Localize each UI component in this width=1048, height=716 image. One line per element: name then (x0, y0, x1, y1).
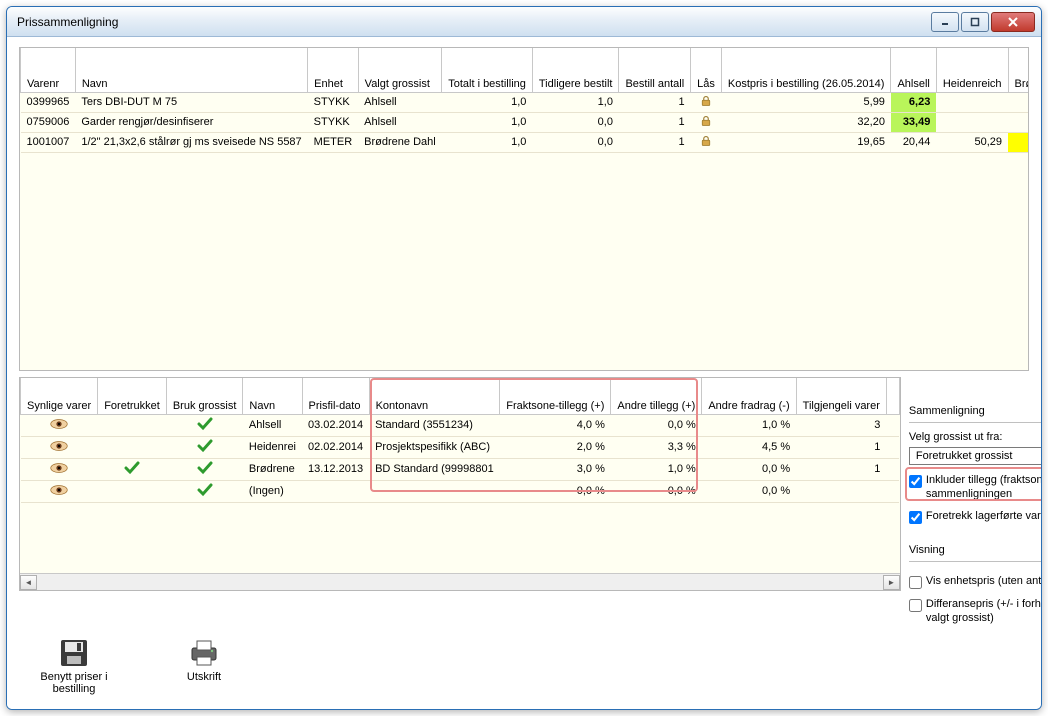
minimize-button[interactable] (931, 12, 959, 32)
col-bestill[interactable]: Bestill antall (619, 48, 691, 92)
col-brodrene[interactable]: Brødrene Dahl (1008, 48, 1029, 92)
col-navn[interactable]: Navn (75, 48, 307, 92)
utskrift-button[interactable]: Utskrift (159, 637, 249, 695)
inkluder-checkbox[interactable] (909, 475, 922, 488)
check-icon[interactable] (197, 422, 213, 434)
maximize-button[interactable] (961, 12, 989, 32)
velg-grossist-label: Velg grossist ut fra: (909, 431, 1042, 443)
bottom-grossist-grid[interactable]: Synlige varer Foretrukket Bruk grossist … (19, 377, 901, 591)
col-fraktsone[interactable]: Fraktsone-tillegg (+) (500, 378, 611, 414)
table-row[interactable]: Brødrene13.12.2013BD Standard (999988013… (21, 458, 900, 480)
lock-icon[interactable] (700, 135, 712, 147)
benytt-priser-button[interactable]: Benytt priser i bestilling (29, 637, 119, 695)
col-tilgjengeli[interactable]: Tilgjengeli varer (796, 378, 886, 414)
col-las[interactable]: Lås (691, 48, 722, 92)
eye-icon[interactable] (50, 440, 68, 452)
foretrekk-label: Foretrekk lagerførte varer (926, 509, 1042, 523)
lock-icon[interactable] (700, 115, 712, 127)
horizontal-scrollbar[interactable]: ◄ ► (20, 573, 900, 590)
col-totalt[interactable]: Totalt i bestilling (442, 48, 533, 92)
eye-icon[interactable] (50, 484, 68, 496)
col-heidenreich[interactable]: Heidenreich (936, 48, 1008, 92)
utskrift-label: Utskrift (187, 671, 221, 683)
col-synlige[interactable]: Synlige varer (21, 378, 98, 414)
eye-icon[interactable] (50, 418, 68, 430)
col-andre-fradrag[interactable]: Andre fradrag (-) (702, 378, 796, 414)
table-row[interactable]: Heidenrei02.02.2014Prosjektspesifikk (AB… (21, 436, 900, 458)
differansepris-label: Differansepris (+/- i forhold til valgt … (926, 597, 1042, 625)
foretrekk-checkbox[interactable] (909, 511, 922, 524)
check-icon (124, 466, 140, 478)
col-kontonavn[interactable]: Kontonavn (369, 378, 500, 414)
col-enhet[interactable]: Enhet (308, 48, 359, 92)
col-andre-tillegg[interactable]: Andre tillegg (+) (611, 378, 702, 414)
side-panel: Sammenligning Velg grossist ut fra: Fore… (907, 377, 1042, 629)
titlebar: Prissammenligning (7, 7, 1041, 37)
table-row[interactable]: 0759006Garder rengjør/desinfisererSTYKKA… (21, 112, 1030, 132)
table-row[interactable]: (Ingen)0,0 %0,0 %0,0 % (21, 480, 900, 502)
eye-icon[interactable] (50, 462, 68, 474)
differansepris-checkbox[interactable] (909, 599, 922, 612)
table-row[interactable]: 10010071/2" 21,3x2,6 stålrør gj ms sveis… (21, 132, 1030, 152)
velg-grossist-select[interactable]: Foretrukket grossist (909, 447, 1042, 465)
col-navn2[interactable]: Navn (243, 378, 302, 414)
col-valgt-grossist[interactable]: Valgt grossist (358, 48, 442, 92)
col-bruk[interactable]: Bruk grossist (166, 378, 243, 414)
col-prisfil[interactable]: Prisfil-dato (302, 378, 369, 414)
table-row[interactable]: 0399965Ters DBI-DUT M 75STYKKAhlsell1,01… (21, 92, 1030, 112)
col-tidligere[interactable]: Tidligere bestilt (532, 48, 619, 92)
table-row[interactable]: Ahlsell03.02.2014Standard (3551234)4,0 %… (21, 414, 900, 436)
scroll-left-icon[interactable]: ◄ (20, 575, 37, 590)
check-icon[interactable] (197, 466, 213, 478)
save-icon (58, 637, 90, 669)
vis-enhetspris-label: Vis enhetspris (uten antall) (926, 574, 1042, 588)
window: Prissammenligning Varenr Navn Enhet (6, 6, 1042, 710)
lock-icon[interactable] (700, 95, 712, 107)
visning-label: Visning (909, 544, 1042, 556)
inkluder-label: Inkluder tillegg (fraktsone etc.) i samm… (926, 473, 1042, 501)
sammenligning-label: Sammenligning (909, 405, 1042, 417)
benytt-priser-label: Benytt priser i bestilling (29, 671, 119, 695)
check-icon[interactable] (197, 488, 213, 500)
col-foretrukket[interactable]: Foretrukket (98, 378, 167, 414)
close-button[interactable] (991, 12, 1035, 32)
vis-enhetspris-checkbox[interactable] (909, 576, 922, 589)
scroll-right-icon[interactable]: ► (883, 575, 900, 590)
top-price-grid[interactable]: Varenr Navn Enhet Valgt grossist Totalt … (19, 47, 1029, 371)
window-title: Prissammenligning (17, 15, 931, 29)
col-varenr[interactable]: Varenr (21, 48, 76, 92)
col-ahlsell[interactable]: Ahlsell (891, 48, 936, 92)
printer-icon (188, 637, 220, 669)
col-kostpris[interactable]: Kostpris i bestilling (26.05.2014) (721, 48, 891, 92)
check-icon[interactable] (197, 444, 213, 456)
